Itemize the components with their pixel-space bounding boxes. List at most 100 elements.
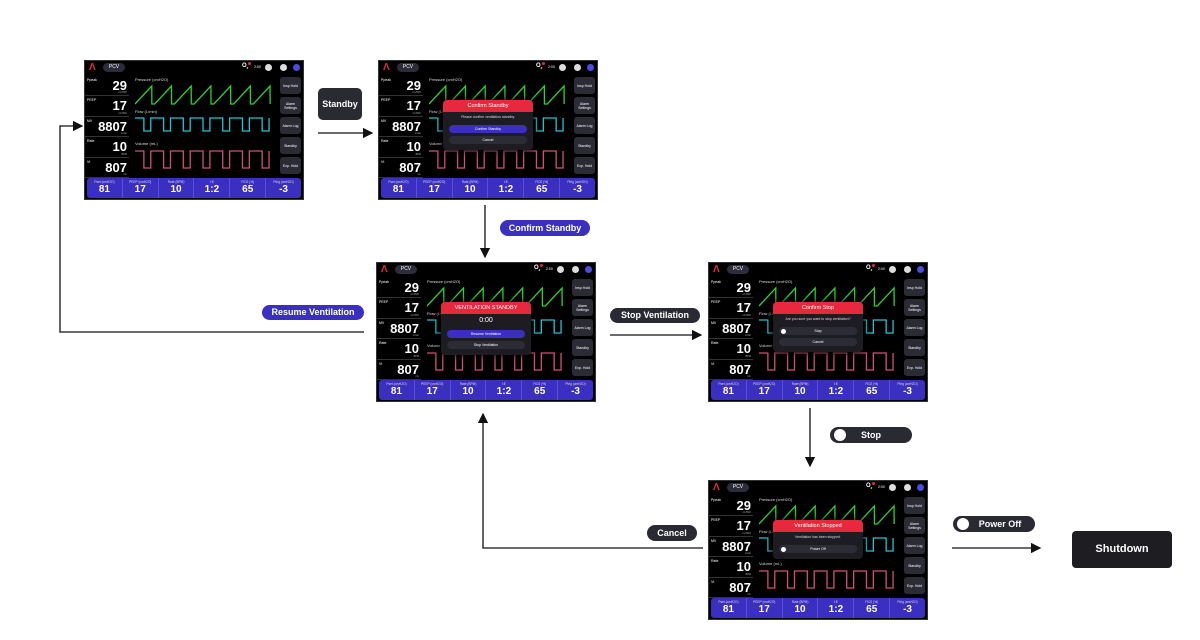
setting-cell[interactable]: Pset (cmH2O) 81 [711, 598, 747, 618]
setting-cell[interactable]: PEEP (cmH2O) 17 [415, 380, 451, 400]
alarm-log-button[interactable]: Alarm Log [280, 117, 301, 134]
lock-icon[interactable] [917, 266, 924, 273]
button-label: Cancel [812, 340, 824, 344]
power-off-button[interactable]: Power Off [779, 545, 857, 553]
setting-cell[interactable]: Rate (BPM) 10 [783, 380, 819, 400]
setting-cell[interactable]: Pset (cmH2O) 81 [379, 380, 415, 400]
toggle-knob-icon[interactable] [781, 546, 786, 552]
logo-icon: Λ [713, 264, 720, 275]
standby-button[interactable]: Standby [904, 557, 925, 574]
metric-unit: L/min [414, 132, 421, 136]
cancel-button[interactable]: Cancel [449, 136, 527, 144]
standby-button[interactable]: Standby [574, 137, 595, 154]
cancel-button[interactable]: Cancel [779, 338, 857, 346]
mode-button[interactable]: PCV [103, 63, 125, 72]
setting-value: -3 [903, 604, 912, 615]
metric-ppeak: Ppeak 29 cmH2O [377, 278, 421, 299]
lock-icon[interactable] [587, 64, 594, 71]
setting-cell[interactable]: Ptrig (cmH2O) -3 [890, 598, 925, 618]
setting-cell[interactable]: FiO2 (%) 65 [522, 380, 559, 400]
setting-cell[interactable]: PEEP (cmH2O) 17 [747, 380, 783, 400]
confirm-standby-step-label: Confirm Standby [500, 220, 590, 236]
metric-rate: Rate 10 BPM [709, 557, 753, 578]
stop-ventilation-button[interactable]: Stop Ventilation [447, 341, 525, 349]
exp-hold-button[interactable]: Exp. Hold [904, 359, 925, 376]
setting-cell[interactable]: Pset (cmH2O) 81 [711, 380, 747, 400]
exp-hold-button[interactable]: Exp. Hold [280, 157, 301, 174]
settings-icon[interactable] [904, 266, 911, 273]
metric-label: Vt [379, 361, 383, 366]
setting-cell[interactable]: FiO2 (%) 65 [854, 598, 891, 618]
mode-button[interactable]: PCV [727, 483, 749, 492]
setting-cell[interactable]: Pset (cmH2O) 81 [87, 178, 123, 198]
volume-icon[interactable] [889, 484, 896, 491]
setting-cell[interactable]: Ptrig (cmH2O) -3 [558, 380, 593, 400]
setting-cell[interactable]: FiO2 (%) 65 [524, 178, 561, 198]
metric-label: PEEP [379, 300, 389, 305]
setting-cell[interactable]: I:E 1:2 [818, 380, 855, 400]
alarm-settings-button[interactable]: Alarm Settings [574, 97, 595, 114]
standby-button[interactable]: Standby [280, 137, 301, 154]
metric-rate: Rate 10 BPM [709, 339, 753, 360]
setting-cell[interactable]: Ptrig (cmH2O) -3 [560, 178, 595, 198]
lock-icon[interactable] [917, 484, 924, 491]
standby-button[interactable]: Standby [572, 339, 593, 356]
insp-hold-button[interactable]: Insp Hold [280, 77, 301, 94]
alarm-log-button[interactable]: Alarm Log [904, 537, 925, 554]
settings-icon[interactable] [904, 484, 911, 491]
standby-button[interactable]: Standby [904, 339, 925, 356]
alarm-settings-button[interactable]: Alarm Settings [572, 299, 593, 316]
mode-button[interactable]: PCV [395, 265, 417, 274]
settings-icon[interactable] [572, 266, 579, 273]
alarm-log-button[interactable]: Alarm Log [572, 319, 593, 336]
insp-hold-button[interactable]: Insp Hold [572, 279, 593, 296]
settings-icon[interactable] [574, 64, 581, 71]
setting-cell[interactable]: I:E 1:2 [488, 178, 525, 198]
setting-cell[interactable]: Pset (cmH2O) 81 [381, 178, 417, 198]
mode-button[interactable]: PCV [727, 265, 749, 274]
setting-cell[interactable]: FiO2 (%) 65 [854, 380, 891, 400]
alarm-log-button[interactable]: Alarm Log [904, 319, 925, 336]
setting-cell[interactable]: I:E 1:2 [194, 178, 231, 198]
setting-cell[interactable]: PEEP (cmH2O) 17 [417, 178, 453, 198]
toggle-knob-icon[interactable] [781, 328, 786, 334]
exp-hold-button[interactable]: Exp. Hold [572, 359, 593, 376]
insp-hold-button[interactable]: Insp Hold [574, 77, 595, 94]
setting-cell[interactable]: Rate (BPM) 10 [451, 380, 487, 400]
alarm-log-button[interactable]: Alarm Log [574, 117, 595, 134]
resume-ventilation-button[interactable]: Resume Ventilation [447, 330, 525, 338]
insp-hold-button[interactable]: Insp Hold [904, 279, 925, 296]
mode-button[interactable]: PCV [397, 63, 419, 72]
setting-value: 65 [536, 184, 548, 195]
alarm-settings-button[interactable]: Alarm Settings [904, 517, 925, 534]
volume-icon[interactable] [265, 64, 272, 71]
setting-cell[interactable]: PEEP (cmH2O) 17 [747, 598, 783, 618]
volume-icon[interactable] [557, 266, 564, 273]
waveform-1 [135, 117, 270, 132]
exp-hold-button[interactable]: Exp. Hold [574, 157, 595, 174]
setting-value: 81 [390, 386, 402, 397]
lock-icon[interactable] [293, 64, 300, 71]
exp-hold-button[interactable]: Exp. Hold [904, 577, 925, 594]
setting-cell[interactable]: Ptrig (cmH2O) -3 [266, 178, 301, 198]
setting-value: 10 [170, 184, 182, 195]
setting-cell[interactable]: I:E 1:2 [486, 380, 523, 400]
confirm-standby-button[interactable]: Confirm Standby [449, 125, 527, 133]
setting-cell[interactable]: I:E 1:2 [818, 598, 855, 618]
insp-hold-button[interactable]: Insp Hold [904, 497, 925, 514]
alarm-settings-button[interactable]: Alarm Settings [904, 299, 925, 316]
lock-icon[interactable] [585, 266, 592, 273]
stop-button[interactable]: Stop [779, 327, 857, 335]
volume-icon[interactable] [889, 266, 896, 273]
setting-cell[interactable]: Rate (BPM) 10 [159, 178, 195, 198]
alarm-settings-button[interactable]: Alarm Settings [280, 97, 301, 114]
setting-cell[interactable]: PEEP (cmH2O) 17 [123, 178, 159, 198]
setting-cell[interactable]: Rate (BPM) 10 [783, 598, 819, 618]
setting-cell[interactable]: Rate (BPM) 10 [453, 178, 489, 198]
setting-cell[interactable]: FiO2 (%) 65 [230, 178, 267, 198]
setting-cell[interactable]: Ptrig (cmH2O) -3 [890, 380, 925, 400]
settings-icon[interactable] [280, 64, 287, 71]
volume-icon[interactable] [559, 64, 566, 71]
metrics-panel: Ppeak 29 cmH2O PEEP 17 cmH2O MV 8807 L/min Rate 10… [377, 278, 421, 380]
setting-value: 1:2 [496, 386, 512, 397]
